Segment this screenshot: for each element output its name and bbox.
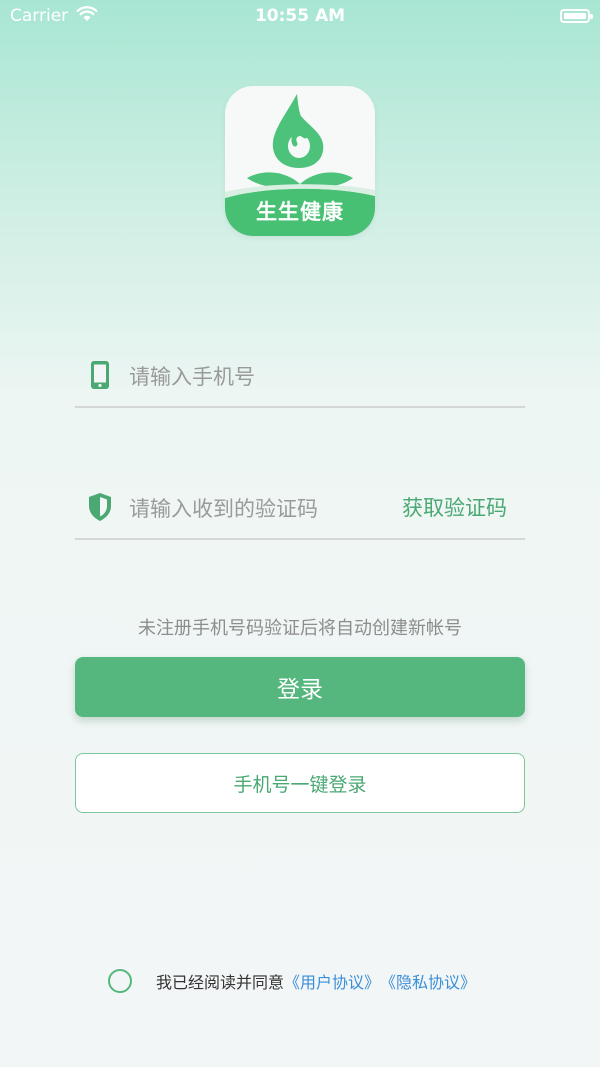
login-button[interactable]: 登录 bbox=[75, 657, 525, 717]
one-click-login-button[interactable]: 手机号一键登录 bbox=[75, 753, 525, 813]
phone-field bbox=[75, 348, 525, 408]
app-logo: 生生健康 bbox=[225, 86, 375, 236]
status-time: 10:55 AM bbox=[254, 6, 346, 26]
register-hint: 未注册手机号码验证后将自动创建新帐号 bbox=[138, 618, 462, 639]
phone-icon bbox=[87, 360, 113, 390]
login-screen: Carrier 10:55 AM 生生健康 请输入手机号 请输入收到的验证码 获… bbox=[0, 0, 600, 1067]
shield-icon bbox=[87, 492, 113, 522]
agree-checkbox[interactable] bbox=[108, 969, 132, 993]
code-field: 获取验证码 bbox=[75, 480, 525, 540]
get-code-button[interactable]: 获取验证码 bbox=[402, 492, 507, 522]
agreement-row: 我已经阅读并同意 《用户协议》 《隐私协议》 bbox=[108, 966, 476, 996]
phone-input[interactable] bbox=[127, 356, 381, 398]
user-agreement-link[interactable]: 《用户协议》 bbox=[284, 969, 380, 993]
code-input[interactable] bbox=[127, 488, 351, 530]
logo-text: 生生健康 bbox=[256, 200, 344, 224]
privacy-policy-link[interactable]: 《隐私协议》 bbox=[380, 969, 476, 993]
agreement-prefix: 我已经阅读并同意 bbox=[156, 973, 285, 992]
